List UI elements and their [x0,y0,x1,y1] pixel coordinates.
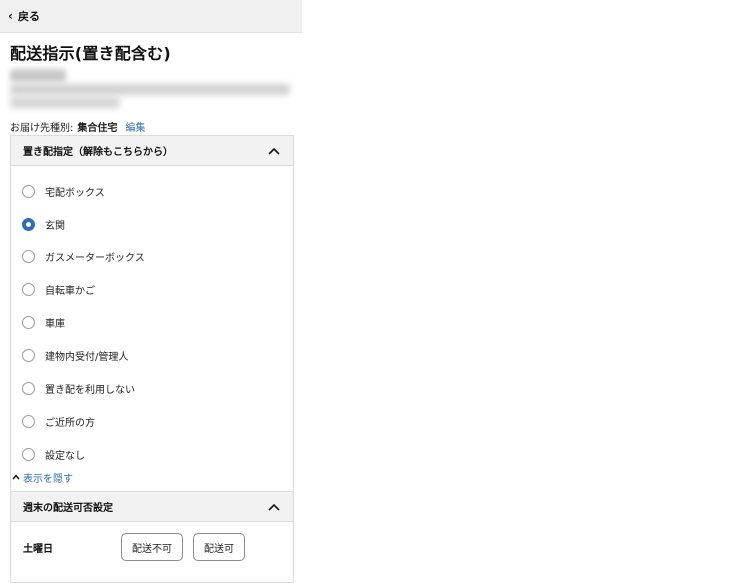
hide-options-link[interactable]: 表示を隠す [12,470,73,485]
weekend-section-header[interactable]: 週末の配送可否設定 [11,492,293,522]
top-bar: ‹ 戻る [0,0,302,33]
destination-type-label: お届け先種別: [10,123,74,134]
option-label: 自転車かご [45,286,95,297]
delivery-not-allowed-button[interactable]: 配送不可 [121,533,183,561]
option-front-door[interactable]: 玄関 [22,217,65,232]
option-neighbor[interactable]: ご近所の方 [22,414,95,429]
option-label: 玄関 [45,221,65,232]
radio-icon [22,448,35,461]
option-building-reception[interactable]: 建物内受付/管理人 [22,348,128,363]
delivery-allowed-button[interactable]: 配送可 [193,533,245,561]
weekend-section: 週末の配送可否設定 土曜日 配送不可 配送可 [10,491,294,583]
option-garage[interactable]: 車庫 [22,315,65,330]
radio-icon [22,349,35,362]
destination-type: お届け先種別: 集合住宅 編集 [10,119,145,134]
option-not-set[interactable]: 設定なし [22,447,85,462]
delivery-instructions-panel: ‹ 戻る 配送指示(置き配含む) お届け先種別: 集合住宅 編集 置き配指定（解除も… [0,0,302,583]
option-label: 設定なし [45,451,85,462]
chevron-up-icon [267,144,281,158]
caret-up-icon [12,473,20,483]
redacted-address-line-1 [10,84,290,95]
back-button[interactable]: ‹ 戻る [8,8,40,24]
redacted-address-line-2 [10,97,120,108]
okihai-section-header[interactable]: 置き配指定（解除もこちらから） [11,136,293,166]
redacted-name [10,69,66,82]
page-title: 配送指示(置き配含む) [10,44,171,63]
radio-icon [22,415,35,428]
option-no-okihai[interactable]: 置き配を利用しない [22,381,135,396]
chevron-up-icon [267,500,281,514]
day-label: 土曜日 [23,543,53,555]
radio-icon [22,185,35,198]
chevron-left-icon: ‹ [8,9,13,23]
radio-icon [22,316,35,329]
option-label: 置き配を利用しない [45,385,135,396]
option-label: 宅配ボックス [45,188,105,199]
radio-icon [22,250,35,263]
option-delivery-box[interactable]: 宅配ボックス [22,184,105,199]
weekend-section-title: 週末の配送可否設定 [23,503,113,514]
back-label: 戻る [17,10,40,23]
option-label: ご近所の方 [45,418,95,429]
option-gas-meter-box[interactable]: ガスメーターボックス [22,249,145,264]
edit-destination-link[interactable]: 編集 [125,123,145,134]
radio-icon [22,382,35,395]
option-label: ガスメーターボックス [45,253,145,264]
option-label: 建物内受付/管理人 [45,352,129,363]
radio-selected-icon [22,218,35,231]
saturday-row: 土曜日 配送不可 配送可 [23,533,255,561]
destination-type-value: 集合住宅 [77,123,118,134]
radio-icon [22,283,35,296]
option-label: 車庫 [45,319,65,330]
option-bicycle-basket[interactable]: 自転車かご [22,282,95,297]
okihai-section-title: 置き配指定（解除もこちらから） [23,147,173,158]
hide-options-label: 表示を隠す [23,474,73,485]
